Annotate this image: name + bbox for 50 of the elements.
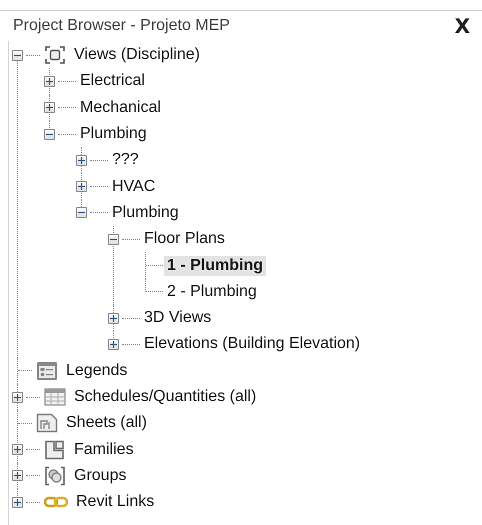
expand-toggle[interactable] xyxy=(76,181,87,192)
tree-item[interactable]: Revit Links xyxy=(73,492,158,512)
legend-icon xyxy=(36,360,58,381)
plus-icon xyxy=(45,103,54,112)
tree-item[interactable]: 3D Views xyxy=(141,308,214,328)
plus-icon xyxy=(13,445,22,454)
plus-icon xyxy=(109,340,118,349)
plus-icon xyxy=(13,471,22,480)
families-icon xyxy=(44,440,66,460)
panel-title: Project Browser - Projeto MEP xyxy=(13,17,230,35)
expand-toggle[interactable] xyxy=(12,392,23,402)
tree-item[interactable]: Floor Plans xyxy=(141,229,228,250)
tree-item[interactable]: Plumbing xyxy=(77,124,150,144)
tree-item[interactable]: Elevations (Building Elevation) xyxy=(141,334,364,354)
collapse-toggle[interactable] xyxy=(44,128,55,140)
plus-icon xyxy=(13,392,22,402)
tree-item[interactable]: ??? xyxy=(109,150,142,170)
tree-item[interactable]: Sheets (all) xyxy=(63,413,150,434)
tree-item[interactable]: 2 - Plumbing xyxy=(164,282,260,302)
expand-toggle[interactable] xyxy=(44,76,55,87)
expand-toggle[interactable] xyxy=(76,154,87,166)
sheet-icon xyxy=(36,413,58,434)
tree-item[interactable]: 1 - Plumbing xyxy=(164,256,266,276)
expand-toggle[interactable] xyxy=(108,338,119,350)
table-icon xyxy=(44,387,66,407)
plus-icon xyxy=(109,314,118,323)
expand-toggle[interactable] xyxy=(108,312,119,324)
tree-item[interactable]: Views (Discipline) xyxy=(71,45,203,66)
plus-icon xyxy=(13,498,22,507)
expand-toggle[interactable] xyxy=(12,496,23,508)
collapse-toggle[interactable] xyxy=(108,234,119,245)
group-icon xyxy=(44,466,66,486)
close-button[interactable]: X xyxy=(452,14,472,38)
plus-icon xyxy=(45,76,54,86)
view-frame-icon xyxy=(44,45,66,66)
tree-item[interactable]: Plumbing xyxy=(109,202,182,223)
plus-icon xyxy=(77,156,86,165)
collapse-toggle[interactable] xyxy=(12,50,23,61)
plus-icon xyxy=(77,182,86,192)
expand-toggle[interactable] xyxy=(12,470,23,482)
tree-item[interactable]: HVAC xyxy=(109,176,158,197)
tree-item[interactable]: Groups xyxy=(71,466,130,486)
collapse-toggle[interactable] xyxy=(76,207,87,218)
tree-item[interactable]: Electrical xyxy=(77,71,148,92)
tree-item[interactable]: Legends xyxy=(63,360,130,381)
expand-toggle[interactable] xyxy=(12,444,23,456)
tree-item[interactable]: Schedules/Quantities (all) xyxy=(71,387,260,407)
expand-toggle[interactable] xyxy=(44,102,55,114)
tree-item[interactable]: Families xyxy=(71,440,137,460)
tree-item[interactable]: Mechanical xyxy=(77,98,164,118)
